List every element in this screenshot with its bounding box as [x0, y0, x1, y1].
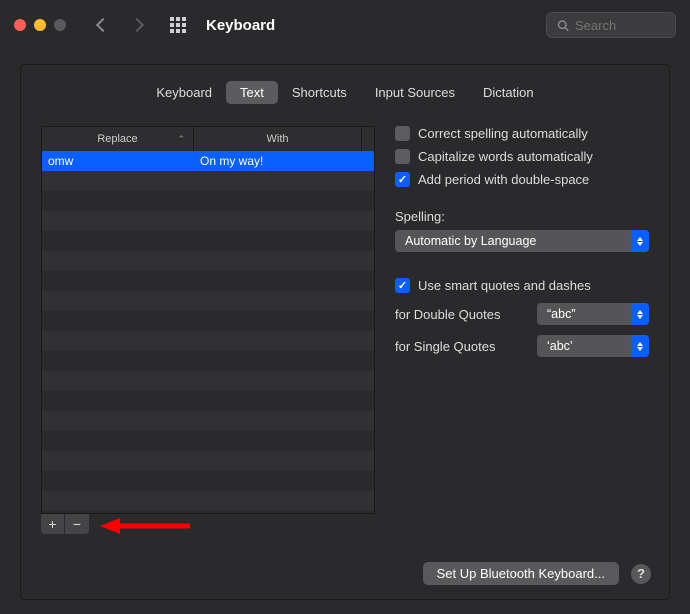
- add-period-label: Add period with double-space: [418, 172, 589, 187]
- correct-spelling-checkbox[interactable]: [395, 126, 410, 141]
- column-header-spacer: [362, 127, 374, 151]
- table-row: [42, 491, 374, 511]
- single-quotes-value: ‘abc’: [547, 339, 573, 353]
- column-header-replace[interactable]: Replace ⌃: [42, 127, 194, 151]
- smart-quotes-checkbox[interactable]: [395, 278, 410, 293]
- table-row: [42, 271, 374, 291]
- double-quotes-select[interactable]: “abc”: [537, 303, 649, 325]
- table-controls: + −: [41, 514, 375, 534]
- table-row: [42, 331, 374, 351]
- tab-dictation[interactable]: Dictation: [469, 81, 548, 104]
- spelling-select[interactable]: Automatic by Language: [395, 230, 649, 252]
- content-panel: Keyboard Text Shortcuts Input Sources Di…: [20, 64, 670, 600]
- table-row: [42, 451, 374, 471]
- tab-shortcuts[interactable]: Shortcuts: [278, 81, 361, 104]
- options-column: Correct spelling automatically Capitaliz…: [395, 126, 649, 534]
- table-row: [42, 371, 374, 391]
- table-row: [42, 471, 374, 491]
- table-row: [42, 251, 374, 271]
- single-quotes-select[interactable]: ‘abc’: [537, 335, 649, 357]
- bluetooth-keyboard-button[interactable]: Set Up Bluetooth Keyboard...: [423, 562, 619, 585]
- table-row: [42, 431, 374, 451]
- chevron-updown-icon: [631, 303, 649, 325]
- capitalize-row[interactable]: Capitalize words automatically: [395, 149, 649, 164]
- smart-quotes-row[interactable]: Use smart quotes and dashes: [395, 278, 649, 293]
- single-quotes-row: for Single Quotes ‘abc’: [395, 335, 649, 357]
- table-header: Replace ⌃ With: [42, 127, 374, 151]
- table-row: [42, 231, 374, 251]
- close-icon[interactable]: [14, 19, 26, 31]
- double-quotes-label: for Double Quotes: [395, 307, 501, 322]
- table-row: [42, 391, 374, 411]
- chevron-updown-icon: [631, 335, 649, 357]
- add-button[interactable]: +: [41, 514, 65, 534]
- remove-button[interactable]: −: [65, 514, 89, 534]
- table-row: [42, 351, 374, 371]
- tab-input-sources[interactable]: Input Sources: [361, 81, 469, 104]
- correct-spelling-row[interactable]: Correct spelling automatically: [395, 126, 649, 141]
- column-header-with[interactable]: With: [194, 127, 362, 151]
- forward-button[interactable]: [130, 18, 144, 32]
- zoom-icon[interactable]: [54, 19, 66, 31]
- tab-keyboard[interactable]: Keyboard: [142, 81, 226, 104]
- table-row: [42, 211, 374, 231]
- tab-text[interactable]: Text: [226, 81, 278, 104]
- add-period-row[interactable]: Add period with double-space: [395, 172, 649, 187]
- minimize-icon[interactable]: [34, 19, 46, 31]
- search-field[interactable]: [546, 12, 676, 38]
- double-quotes-row: for Double Quotes “abc”: [395, 303, 649, 325]
- table-row: [42, 191, 374, 211]
- table-row: [42, 171, 374, 191]
- spelling-value: Automatic by Language: [405, 234, 536, 248]
- correct-spelling-label: Correct spelling automatically: [418, 126, 588, 141]
- spelling-label: Spelling:: [395, 209, 649, 224]
- preferences-window: Keyboard Keyboard Text Shortcuts Input S…: [0, 0, 690, 614]
- table-row: [42, 311, 374, 331]
- toolbar: Keyboard: [0, 0, 690, 50]
- smart-quotes-label: Use smart quotes and dashes: [418, 278, 591, 293]
- column-header-replace-label: Replace: [97, 133, 137, 145]
- show-all-icon[interactable]: [170, 17, 186, 33]
- replacements-table: Replace ⌃ With omw On my way!: [41, 126, 375, 514]
- table-body: omw On my way!: [42, 151, 374, 513]
- tab-bar: Keyboard Text Shortcuts Input Sources Di…: [21, 65, 669, 104]
- sort-indicator-icon: ⌃: [177, 134, 185, 145]
- help-button[interactable]: ?: [631, 564, 651, 584]
- table-row: [42, 291, 374, 311]
- replacements-table-wrap: Replace ⌃ With omw On my way!: [41, 126, 375, 534]
- back-button[interactable]: [96, 18, 110, 32]
- capitalize-label: Capitalize words automatically: [418, 149, 593, 164]
- double-quotes-value: “abc”: [547, 307, 575, 321]
- column-header-with-label: With: [267, 133, 289, 145]
- window-title: Keyboard: [206, 17, 275, 34]
- add-period-checkbox[interactable]: [395, 172, 410, 187]
- search-input[interactable]: [575, 18, 665, 33]
- chevron-updown-icon: [631, 230, 649, 252]
- capitalize-checkbox[interactable]: [395, 149, 410, 164]
- table-row[interactable]: omw On my way!: [42, 151, 374, 171]
- window-controls: [14, 19, 66, 31]
- panel-body: Replace ⌃ With omw On my way!: [21, 104, 669, 534]
- cell-replace[interactable]: omw: [42, 151, 194, 171]
- cell-with[interactable]: On my way!: [194, 151, 374, 171]
- table-row: [42, 411, 374, 431]
- search-icon: [557, 19, 569, 32]
- single-quotes-label: for Single Quotes: [395, 339, 495, 354]
- bottom-bar: Set Up Bluetooth Keyboard... ?: [423, 562, 651, 585]
